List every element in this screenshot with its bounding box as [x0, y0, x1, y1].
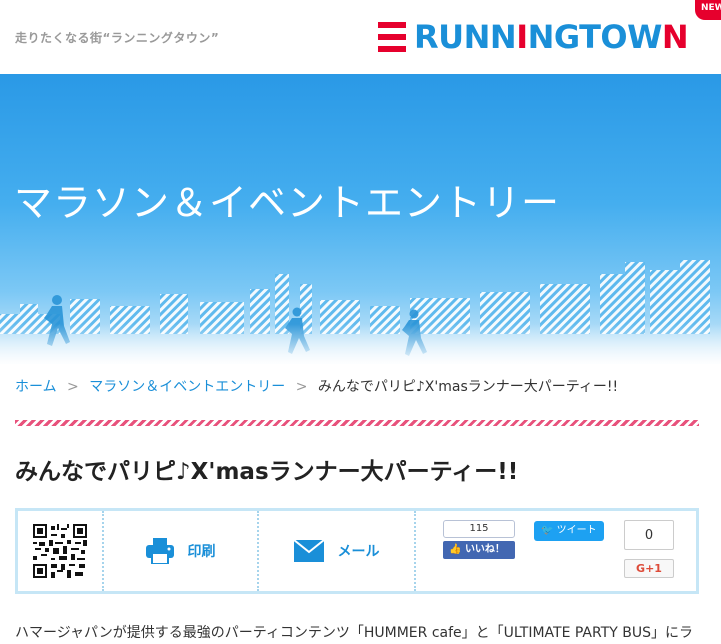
mail-button[interactable]: メール [293, 540, 380, 562]
envelope-icon [293, 540, 324, 562]
hero-banner: マラソン＆イベントエントリー [0, 74, 721, 364]
hero-title: マラソン＆イベントエントリー [14, 181, 561, 225]
print-button[interactable]: 印刷 [145, 538, 216, 564]
share-bar: 印刷 メール 115 👍 いいね！ 🐦 ツイート 0 G+1 [15, 508, 699, 594]
breadcrumb-home-link[interactable]: ホーム [15, 379, 57, 395]
mail-label: メール [337, 544, 380, 560]
site-tagline: 走りたくなる街“ランニングタウン” [15, 31, 220, 45]
breadcrumb-separator: > [295, 379, 308, 395]
print-cell[interactable]: 印刷 [104, 511, 259, 591]
page-title: みんなでパリピ♪X'masランナー大パーティー!! [15, 459, 519, 485]
new-badge[interactable]: NEW [695, 0, 721, 20]
logo-text: RUNNINGTOWN [414, 18, 689, 56]
article-intro: ハマージャパンが提供する最強のパーティコンテンツ「HUMMER cafe」と「U… [15, 625, 693, 641]
site-logo[interactable]: RUNNINGTOWN [378, 18, 689, 56]
divider-stripe [15, 420, 699, 426]
facebook-like-button[interactable]: 👍 いいね！ [443, 541, 515, 559]
tweet-button[interactable]: 🐦 ツイート [534, 521, 604, 541]
site-header: 走りたくなる街“ランニングタウン” RUNNINGTOWN NEW [0, 0, 721, 74]
qr-cell [18, 511, 104, 591]
thumbs-up-icon: 👍 [449, 544, 462, 555]
mail-cell[interactable]: メール [259, 511, 416, 591]
logo-bars-icon [378, 22, 406, 52]
print-label: 印刷 [187, 544, 216, 560]
qr-code-icon [33, 524, 87, 578]
twitter-bird-icon: 🐦 [541, 525, 554, 536]
gplus-count: 0 [624, 520, 674, 550]
breadcrumb-separator: > [67, 379, 79, 395]
breadcrumb-category-link[interactable]: マラソン＆イベントエントリー [89, 379, 285, 395]
facebook-like-count: 115 [443, 520, 515, 538]
social-buttons: 115 👍 いいね！ 🐦 ツイート 0 G+1 [416, 511, 696, 591]
printer-icon [145, 538, 174, 564]
breadcrumb: ホーム > マラソン＆イベントエントリー > みんなでパリピ♪X'masランナー… [15, 376, 618, 396]
gplus-button[interactable]: G+1 [624, 559, 674, 578]
breadcrumb-current: みんなでパリピ♪X'masランナー大パーティー!! [317, 379, 619, 395]
